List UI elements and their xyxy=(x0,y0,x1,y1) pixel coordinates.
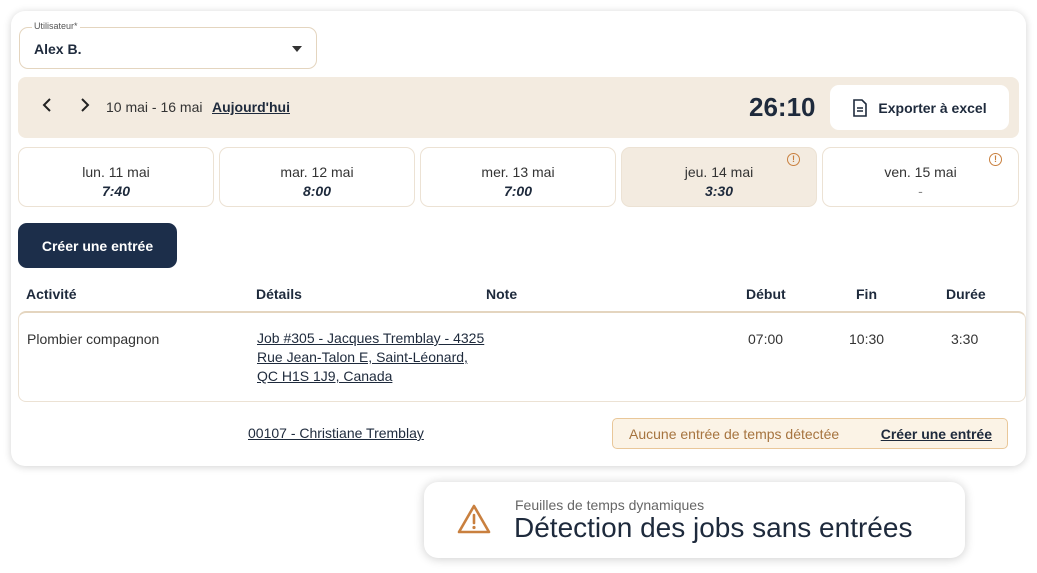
day-hours: 8:00 xyxy=(302,183,332,199)
timesheet-card: Utilisateur* Alex B. 10 mai - 16 mai Auj… xyxy=(11,11,1026,466)
week-navigation-bar: 10 mai - 16 mai Aujourd'hui 26:10 Export… xyxy=(18,77,1019,138)
day-card-thu[interactable]: ! jeu. 14 mai 3:30 xyxy=(621,147,817,207)
toast-title: Détection des jobs sans entrées xyxy=(514,512,913,543)
row-duration: 3:30 xyxy=(951,331,979,347)
day-hours: - xyxy=(918,183,923,199)
chevron-down-icon xyxy=(292,46,302,52)
create-entry-button[interactable]: Créer une entrée xyxy=(18,223,177,268)
create-missing-entry-link[interactable]: Créer une entrée xyxy=(881,426,992,442)
details-line: Job #305 - Jacques Tremblay - 4325 xyxy=(257,330,485,346)
row-start: 07:00 xyxy=(748,331,784,347)
day-label: jeu. 14 mai xyxy=(684,164,754,180)
user-select[interactable]: Utilisateur* Alex B. xyxy=(19,21,317,69)
day-label: ven. 15 mai xyxy=(884,164,957,180)
header-note: Note xyxy=(486,286,518,302)
warning-icon: ! xyxy=(787,153,800,166)
day-label: mer. 13 mai xyxy=(481,164,555,180)
previous-week-button[interactable] xyxy=(42,98,52,117)
today-link[interactable]: Aujourd'hui xyxy=(212,99,290,115)
user-select-value: Alex B. xyxy=(34,41,82,57)
next-week-button[interactable] xyxy=(80,98,90,117)
chevron-left-icon xyxy=(42,98,51,112)
toast-subtitle: Feuilles de temps dynamiques xyxy=(515,497,705,513)
export-excel-button[interactable]: Exporter à excel xyxy=(830,85,1009,130)
day-label: mar. 12 mai xyxy=(280,164,354,180)
header-details: Détails xyxy=(256,286,302,302)
missing-job-link[interactable]: 00107 - Christiane Tremblay xyxy=(248,425,424,441)
day-card-tue[interactable]: mar. 12 mai 8:00 xyxy=(219,147,415,207)
row-activity: Plombier compagnon xyxy=(27,331,160,347)
missing-entry-banner: Aucune entrée de temps détectée Créer un… xyxy=(612,418,1008,449)
warning-triangle-icon xyxy=(457,504,491,534)
export-excel-label: Exporter à excel xyxy=(878,99,987,116)
day-card-mon[interactable]: lun. 11 mai 7:40 xyxy=(18,147,214,207)
missing-entry-message: Aucune entrée de temps détectée xyxy=(629,426,840,442)
details-line: Rue Jean-Talon E, Saint-Léonard, xyxy=(257,349,468,365)
week-total-hours: 26:10 xyxy=(749,92,816,122)
day-card-fri[interactable]: ! ven. 15 mai - xyxy=(822,147,1019,207)
row-end: 10:30 xyxy=(849,331,885,347)
day-label: lun. 11 mai xyxy=(82,164,150,180)
day-hours: 3:30 xyxy=(704,183,734,199)
day-hours: 7:40 xyxy=(101,183,131,199)
header-end: Fin xyxy=(856,286,877,302)
row-details-link[interactable]: Job #305 - Jacques Tremblay - 4325 Rue J… xyxy=(257,329,484,386)
warning-icon: ! xyxy=(989,153,1002,166)
header-start: Début xyxy=(746,286,786,302)
user-select-label: Utilisateur* xyxy=(32,21,80,31)
document-icon xyxy=(853,98,868,117)
header-activity: Activité xyxy=(26,286,77,302)
feature-toast: Feuilles de temps dynamiques Détection d… xyxy=(424,482,965,558)
day-card-wed[interactable]: mer. 13 mai 7:00 xyxy=(420,147,616,207)
details-line: QC H1S 1J9, Canada xyxy=(257,368,393,384)
day-hours: 7:00 xyxy=(503,183,533,199)
header-duration: Durée xyxy=(946,286,986,302)
chevron-right-icon xyxy=(81,98,90,112)
table-row[interactable]: Plombier compagnon Job #305 - Jacques Tr… xyxy=(18,311,1026,402)
week-range: 10 mai - 16 mai xyxy=(106,99,203,115)
